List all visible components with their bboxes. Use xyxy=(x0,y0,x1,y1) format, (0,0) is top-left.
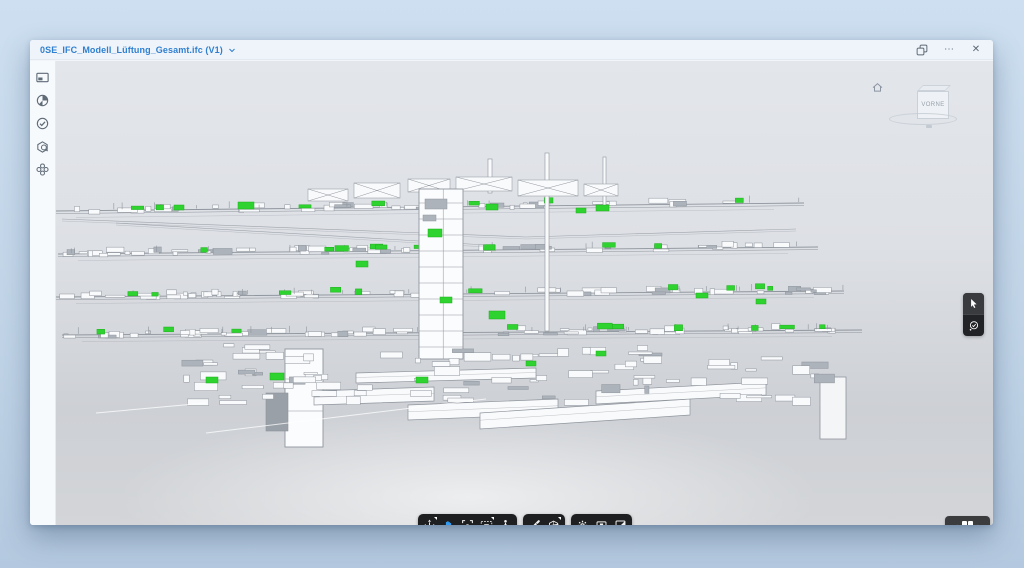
fullscreen-button[interactable] xyxy=(611,514,630,525)
right-toolbar xyxy=(963,293,984,336)
model-canvas[interactable] xyxy=(56,61,993,525)
first-person-camera-button[interactable] xyxy=(477,514,496,525)
screenshot-icon xyxy=(595,519,608,525)
home-icon xyxy=(871,81,884,94)
fullscreen-icon xyxy=(614,519,627,525)
window-titlebar: 0SE_IFC_Modell_Lüftung_Gesamt.ifc (V1) ⋯… xyxy=(30,40,993,60)
walk-person-icon xyxy=(499,519,512,525)
sidebar-item-issues[interactable] xyxy=(34,114,52,132)
measure-tool-group xyxy=(523,514,565,525)
pager-prev-button[interactable]: ‹ xyxy=(955,522,958,526)
viewcube-compass-ring[interactable] xyxy=(889,113,957,125)
window-controls: ⋯ ✕ xyxy=(915,43,983,57)
section-button[interactable] xyxy=(544,514,563,525)
sidebar-item-views[interactable] xyxy=(34,91,52,109)
check-circle-icon xyxy=(968,320,980,332)
chevron-down-icon xyxy=(228,46,236,54)
bottom-right-pill: ‹ › xyxy=(945,516,990,525)
clover-apps-icon xyxy=(35,162,50,177)
pan-hand-icon xyxy=(442,519,455,525)
issue-check-tool-button[interactable] xyxy=(963,315,984,336)
version-dropdown[interactable] xyxy=(228,46,236,54)
walk-button[interactable] xyxy=(496,514,515,525)
check-circle-icon xyxy=(35,116,50,131)
model-search-icon xyxy=(35,139,50,154)
home-view-button[interactable] xyxy=(871,81,884,99)
apps-grid-button[interactable] xyxy=(962,521,973,526)
dropdown-caret xyxy=(558,517,561,520)
select-tool-button[interactable] xyxy=(963,293,984,314)
desktop-background: 0SE_IFC_Modell_Lüftung_Gesamt.ifc (V1) ⋯… xyxy=(0,0,1024,568)
more-options-button[interactable]: ⋯ xyxy=(942,43,956,57)
gear-icon xyxy=(576,519,589,525)
sidebar-item-panels[interactable] xyxy=(34,68,52,86)
settings-tool-group xyxy=(571,514,632,525)
viewport: VORNE xyxy=(56,61,993,525)
sidebar-item-model-search[interactable] xyxy=(34,137,52,155)
orbit-button[interactable] xyxy=(420,514,439,525)
cursor-icon xyxy=(968,298,979,309)
viewcube-front-label: VORNE xyxy=(921,102,944,108)
panels-icon xyxy=(35,70,50,85)
document-title: 0SE_IFC_Modell_Lüftung_Gesamt.ifc (V1) xyxy=(40,45,223,55)
left-rail xyxy=(30,61,56,525)
compass-tick xyxy=(926,125,932,128)
viewcube-area: VORNE xyxy=(895,73,975,143)
pager-next-button[interactable]: › xyxy=(977,522,980,526)
fit-view-button[interactable] xyxy=(458,514,477,525)
views-icon xyxy=(35,93,50,108)
settings-button[interactable] xyxy=(573,514,592,525)
navigate-tool-group xyxy=(418,514,517,525)
screenshot-button[interactable] xyxy=(592,514,611,525)
close-button[interactable]: ✕ xyxy=(969,43,983,57)
measure-icon xyxy=(528,519,541,525)
dropdown-caret xyxy=(434,517,437,520)
duplicate-icon xyxy=(916,44,928,56)
pan-button[interactable] xyxy=(439,514,458,525)
sidebar-item-apps[interactable] xyxy=(34,160,52,178)
fit-view-icon xyxy=(461,519,474,525)
measure-button[interactable] xyxy=(525,514,544,525)
duplicate-window-button[interactable] xyxy=(915,43,929,57)
bottom-toolbar xyxy=(418,514,632,525)
dropdown-caret xyxy=(491,517,494,520)
viewer-window: 0SE_IFC_Modell_Lüftung_Gesamt.ifc (V1) ⋯… xyxy=(30,40,993,525)
